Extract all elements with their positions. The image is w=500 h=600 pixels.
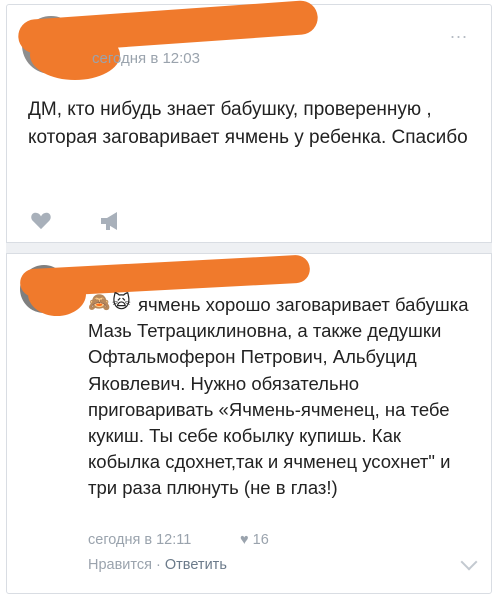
comment-text: ячмень хорошо заговаривает бабушка Мазь … xyxy=(88,294,469,499)
like-heart-icon[interactable] xyxy=(30,210,52,236)
heart-icon: ♥ xyxy=(240,532,249,548)
section-divider xyxy=(6,242,492,254)
like-button[interactable]: Нравится xyxy=(88,557,152,573)
more-options-icon[interactable]: ... xyxy=(450,22,468,43)
actions-separator: · xyxy=(156,557,161,573)
share-megaphone-icon[interactable] xyxy=(98,210,124,232)
post-timestamp[interactable]: сегодня в 12:03 xyxy=(92,50,200,67)
reply-button[interactable]: Ответить xyxy=(165,557,227,573)
comment-actions: Нравится · Ответить xyxy=(88,557,227,573)
post-text: ДМ, кто нибудь знает бабушку, проверенну… xyxy=(28,99,468,148)
comment-like-count[interactable]: ♥ 16 xyxy=(240,532,269,548)
comment-timestamp[interactable]: сегодня в 12:11 xyxy=(88,532,191,548)
like-count: 16 xyxy=(252,532,269,548)
